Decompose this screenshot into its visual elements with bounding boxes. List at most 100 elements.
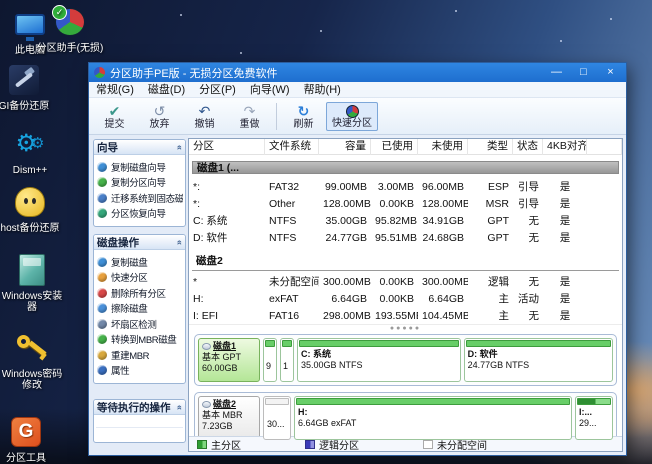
- desktop-icon-ghost-backup[interactable]: host备份还原: [0, 184, 62, 234]
- disk-operations-header[interactable]: 磁盘操作 «: [94, 235, 185, 250]
- sidebar-item-copy-disk[interactable]: 复制磁盘: [97, 254, 183, 270]
- sidebar-item-label: 分区恢复向导: [111, 206, 166, 220]
- cell-used: 95.51MB: [371, 232, 418, 244]
- partition-fill-bar: [299, 340, 459, 347]
- sidebar-item-bad-sector-test[interactable]: 坏扇区检测: [97, 316, 183, 332]
- sidebar-item-partition-recovery-wizard[interactable]: 分区恢复向导: [97, 206, 183, 222]
- quick-partition-pie-icon: [346, 105, 359, 118]
- splitter-handle[interactable]: ●●●●●: [189, 324, 622, 333]
- cell-filesystem: NTFS: [265, 232, 319, 244]
- desktop-icon-label: host备份还原: [0, 223, 62, 234]
- collapse-chevron-icon[interactable]: «: [175, 239, 184, 244]
- redo-button[interactable]: ↷ 重做: [227, 103, 272, 130]
- cell-aligned: 是: [543, 196, 587, 211]
- refresh-button[interactable]: ↻ 刷新: [281, 103, 326, 130]
- sidebar-item-label: 删除所有分区: [111, 286, 166, 300]
- disk1-block-msr[interactable]: 1: [280, 338, 294, 382]
- sidebar-item-quick-partition[interactable]: 快速分区: [97, 270, 183, 286]
- disk2-name: 磁盘2: [213, 399, 236, 410]
- cell-unused: 34.91GB: [418, 215, 468, 227]
- sidebar-item-delete-all-partitions[interactable]: 删除所有分区: [97, 285, 183, 301]
- block-label: I:...: [579, 407, 609, 418]
- sidebar-item-migrate-os-to-ssd[interactable]: 迁移系统到固态磁盘: [97, 190, 183, 206]
- properties-icon: [97, 365, 107, 375]
- discard-button[interactable]: ↺ 放弃: [137, 103, 182, 130]
- wizard-panel: 向导 « 复制磁盘向导 复制分区向导: [93, 139, 186, 227]
- cell-type: MSR: [468, 198, 513, 210]
- sidebar-item-copy-partition-wizard[interactable]: 复制分区向导: [97, 175, 183, 191]
- sidebar-item-properties[interactable]: 属性: [97, 363, 183, 379]
- redo-icon: ↷: [244, 103, 256, 119]
- desktop-icon-windows-password[interactable]: Windows密码修改: [0, 330, 64, 391]
- cell-partition: *: [189, 276, 265, 288]
- disk1-group-header[interactable]: 磁盘1 (...: [192, 161, 619, 174]
- cell-status: 无: [513, 213, 543, 228]
- menu-wizard[interactable]: 向导(W): [243, 82, 297, 98]
- menu-disk[interactable]: 磁盘(D): [141, 82, 192, 98]
- quick-partition-button[interactable]: 快速分区: [326, 102, 378, 131]
- table-row-esp[interactable]: *: FAT32 99.00MB 3.00MB 96.00MB ESP 引导 是: [189, 178, 622, 195]
- desktop-icon-label: Dism++: [0, 165, 66, 176]
- commit-button[interactable]: ✔ 提交: [92, 103, 137, 130]
- sidebar-item-label: 坏扇区检测: [111, 317, 157, 331]
- collapse-chevron-icon[interactable]: «: [175, 404, 184, 409]
- logical-partition-swatch-icon: [305, 440, 315, 449]
- sidebar-item-rebuild-mbr[interactable]: 重建MBR: [97, 347, 183, 363]
- block-label: C: 系统: [301, 349, 457, 360]
- disk2-block-h[interactable]: H: 6.64GB exFAT: [294, 396, 572, 440]
- table-row-h[interactable]: H: exFAT 6.64GB 0.00KB 6.64GB 主 活动 是: [189, 290, 622, 307]
- pending-operations-header[interactable]: 等待执行的操作 «: [94, 400, 185, 415]
- menu-partition[interactable]: 分区(P): [192, 82, 243, 98]
- desktop-icon-label: 分区助手(无损): [36, 43, 104, 54]
- disk2-block-i[interactable]: I:... 29...: [575, 396, 613, 440]
- disk2-group-header[interactable]: 磁盘2: [192, 253, 619, 271]
- desktop-icon-label: GI备份还原: [0, 101, 60, 112]
- desktop-icon-partition-tools[interactable]: G 分区工具: [0, 414, 58, 464]
- undo-icon: ↶: [199, 103, 211, 119]
- table-row-msr[interactable]: *: Other 128.00MB 0.00KB 128.00MB MSR 引导…: [189, 195, 622, 212]
- rebuild-mbr-icon: [97, 350, 107, 360]
- cell-filesystem: FAT32: [265, 181, 319, 193]
- sidebar-item-convert-to-mbr[interactable]: 转换到MBR磁盘: [97, 332, 183, 348]
- sidebar-item-copy-disk-wizard[interactable]: 复制磁盘向导: [97, 159, 183, 175]
- desktop-icon-windows-installer[interactable]: Windows安装器: [0, 252, 64, 313]
- desktop-icon-partition-assistant[interactable]: 分区助手(无损): [36, 4, 104, 54]
- disk1-label-panel[interactable]: 磁盘1 基本 GPT 60.00GB: [198, 338, 260, 382]
- disk2-block-unallocated[interactable]: 30...: [263, 396, 291, 440]
- maximize-button[interactable]: □: [570, 64, 597, 81]
- toolbar-label: 放弃: [150, 119, 170, 130]
- menu-general[interactable]: 常规(G): [89, 82, 141, 98]
- partition-fill-bar: [282, 340, 292, 347]
- gears-icon: ⚙⚙: [0, 126, 66, 162]
- desktop-icon-dism[interactable]: ⚙⚙ Dism++: [0, 126, 66, 176]
- table-row-i-efi[interactable]: I: EFI FAT16 298.00MB 193.55MB 104.45MB …: [189, 307, 622, 324]
- table-row-d-software[interactable]: D: 软件 NTFS 24.77GB 95.51MB 24.68GB GPT 无…: [189, 229, 622, 246]
- disk2-label-panel[interactable]: 磁盘2 基本 MBR 7.23GB: [198, 396, 260, 440]
- undo-button[interactable]: ↶ 撤销: [182, 103, 227, 130]
- minimize-button[interactable]: —: [543, 64, 570, 81]
- disk1-block-esp[interactable]: 9: [263, 338, 277, 382]
- collapse-chevron-icon[interactable]: «: [175, 144, 184, 149]
- disk1-block-c[interactable]: C: 系统 35.00GB NTFS: [297, 338, 461, 382]
- close-button[interactable]: ×: [597, 64, 624, 81]
- disk1-block-d[interactable]: D: 软件 24.77GB NTFS: [464, 338, 613, 382]
- menu-help[interactable]: 帮助(H): [297, 82, 348, 98]
- main-panel: 分区 文件系统 容量 已使用 未使用 类型 状态 4KB对齐 磁盘1 (... …: [188, 138, 623, 452]
- col-partition: 分区: [189, 139, 265, 155]
- desktop-icon-gi-backup[interactable]: GI备份还原: [0, 62, 60, 112]
- col-used: 已使用: [371, 139, 418, 155]
- cell-type: 主: [468, 308, 513, 323]
- cell-filesystem: exFAT: [265, 293, 319, 305]
- desktop-icon-label: Windows安装器: [0, 291, 64, 313]
- cell-partition: C: 系统: [189, 213, 265, 228]
- title-bar[interactable]: 分区助手PE版 - 无损分区免费软件 — □ ×: [89, 63, 626, 82]
- toolbar-label: 快速分区: [332, 118, 372, 129]
- block-label: D: 软件: [468, 349, 609, 360]
- sidebar-item-label: 复制磁盘: [111, 255, 147, 269]
- table-row-unallocated[interactable]: * 未分配空间 300.00MB 0.00KB 300.00MB 逻辑 无 是: [189, 273, 622, 290]
- table-row-c-system[interactable]: C: 系统 NTFS 35.00GB 95.82MB 34.91GB GPT 无…: [189, 212, 622, 229]
- diskgenius-g-icon: G: [0, 414, 58, 450]
- legend-label: 主分区: [211, 437, 241, 452]
- sidebar-item-wipe-disk[interactable]: 擦除磁盘: [97, 301, 183, 317]
- wizard-panel-header[interactable]: 向导 «: [94, 140, 185, 155]
